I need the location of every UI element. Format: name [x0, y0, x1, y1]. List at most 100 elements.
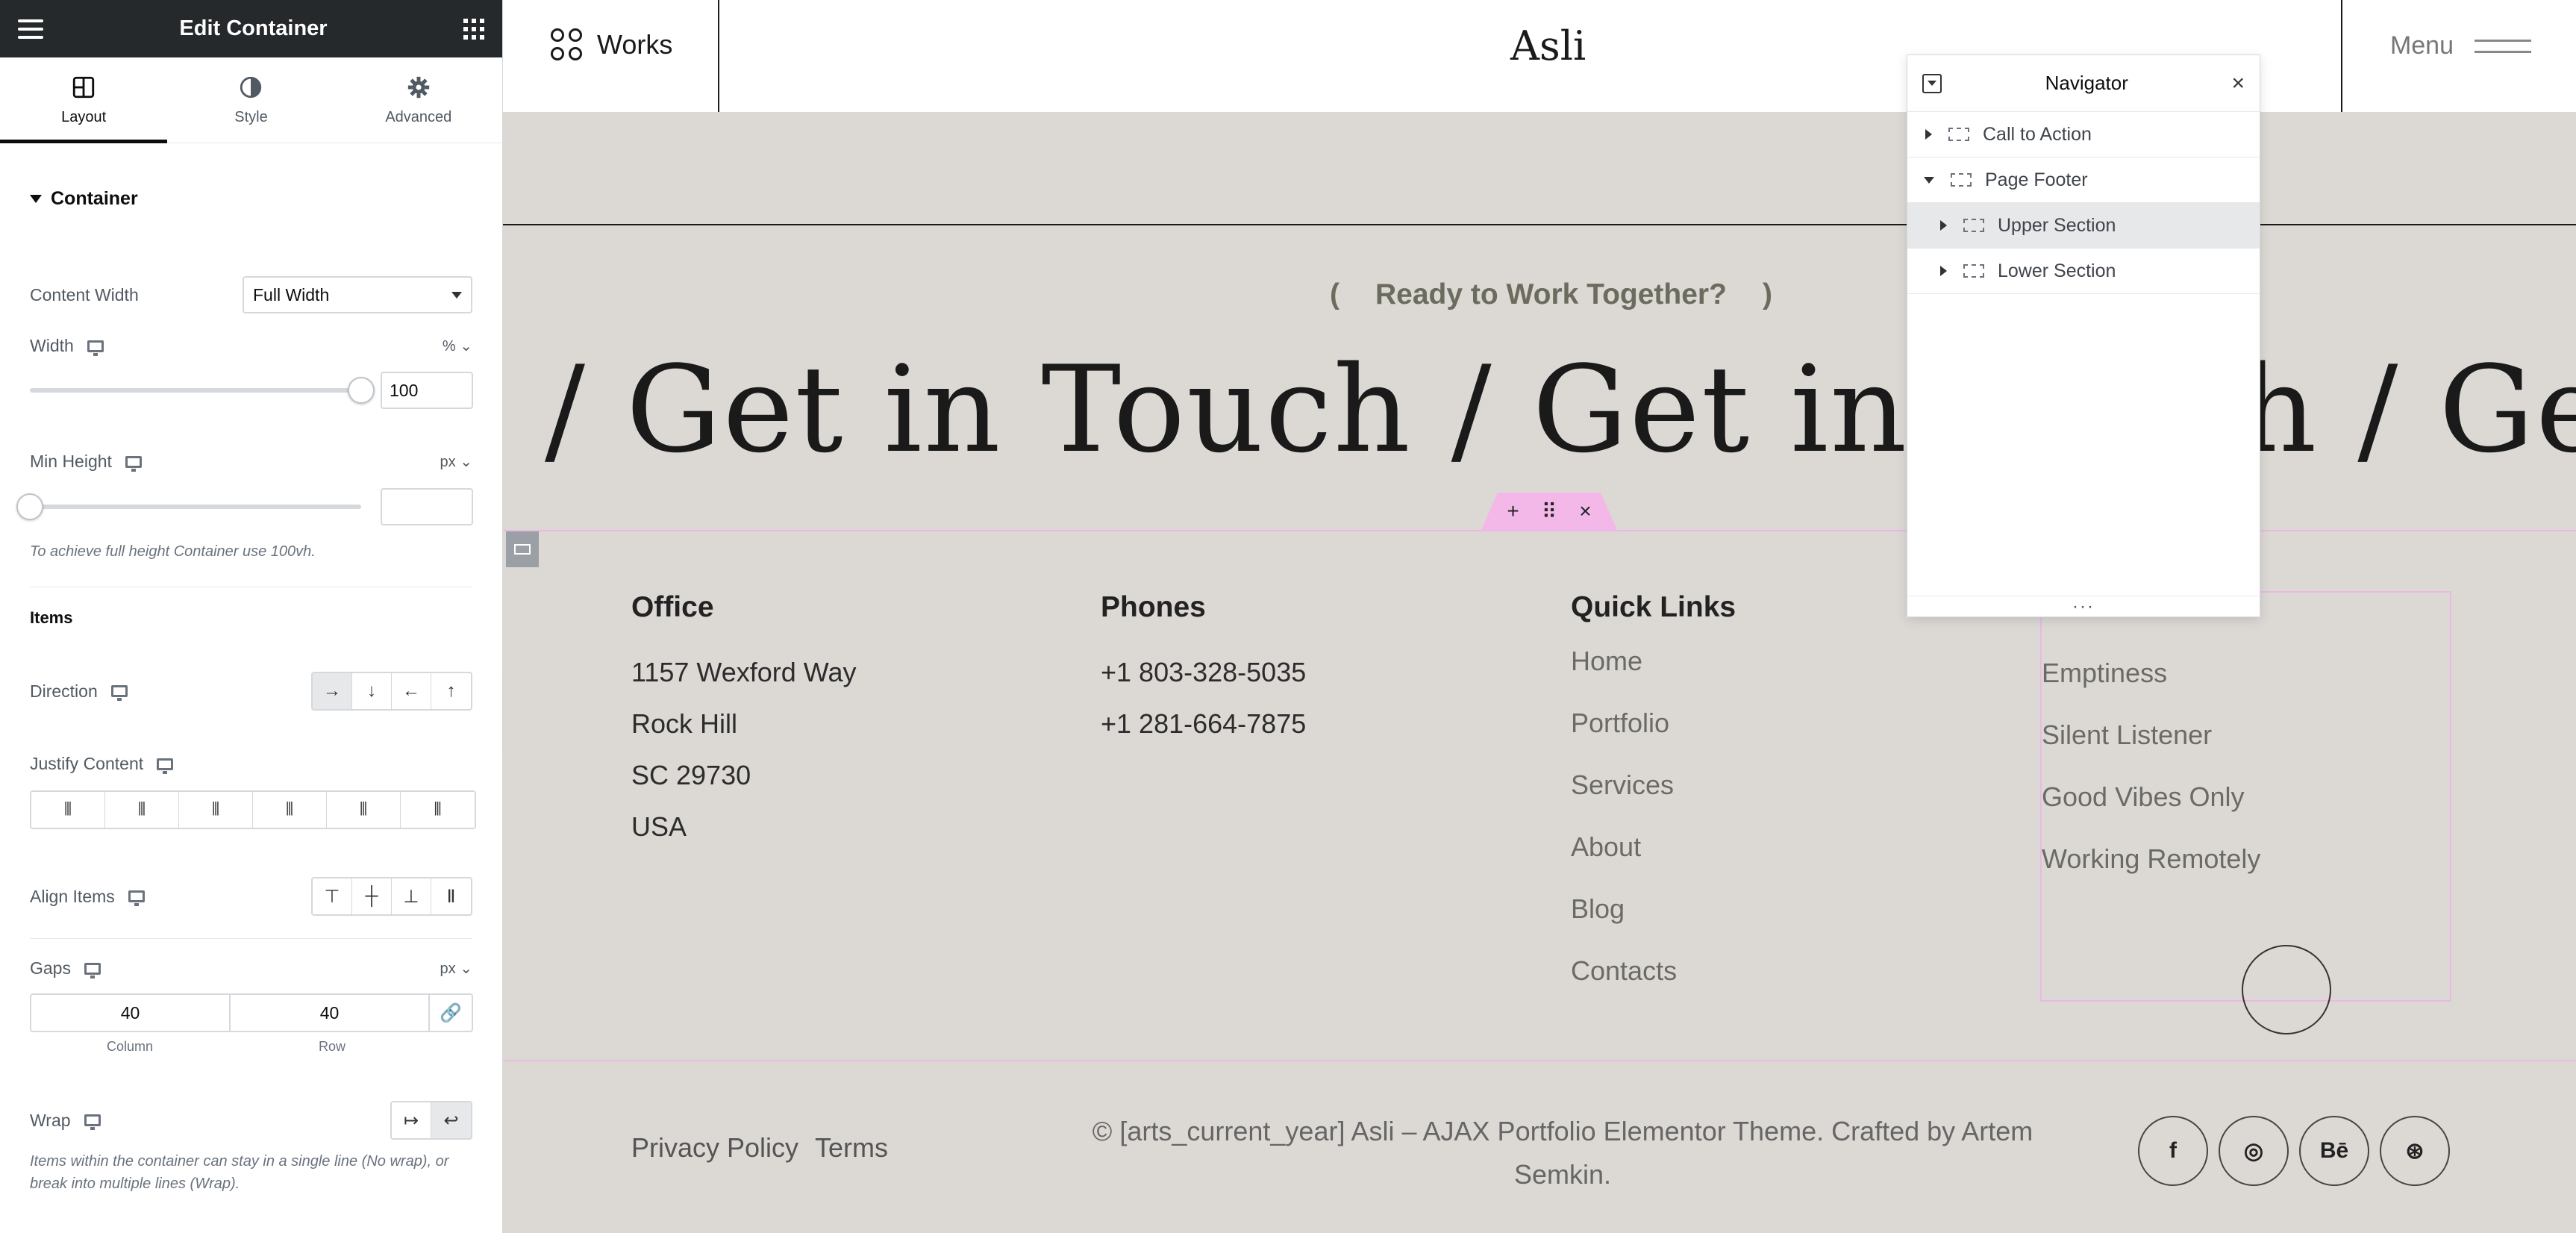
quick-link-services[interactable]: Services: [1571, 754, 1736, 816]
direction-column-reverse-button[interactable]: ↑: [431, 673, 471, 709]
align-stretch-icon[interactable]: Ⅱ: [431, 878, 471, 914]
office-title: Office: [631, 591, 714, 623]
tab-style[interactable]: Style: [167, 57, 334, 143]
post-link[interactable]: Working Remotely: [2042, 828, 2450, 890]
min-height-slider-track[interactable]: [30, 505, 361, 509]
privacy-policy-link[interactable]: Privacy Policy: [631, 1132, 798, 1164]
justify-center-icon[interactable]: ⫴: [105, 792, 179, 828]
direction-column-button[interactable]: ↓: [352, 673, 392, 709]
justify-space-evenly-icon[interactable]: ⫴: [401, 792, 475, 828]
works-label: Works: [597, 29, 673, 60]
width-unit-select[interactable]: % ⌄: [443, 337, 472, 355]
post-link[interactable]: Emptiness: [2042, 642, 2450, 704]
close-icon[interactable]: ×: [2231, 71, 2245, 96]
navigator-header[interactable]: Navigator ×: [1907, 55, 2260, 112]
works-link[interactable]: Works: [551, 28, 672, 61]
direction-label: Direction: [30, 681, 98, 701]
gaps-inputs: 40 40 🔗: [30, 993, 473, 1032]
desktop-icon[interactable]: [84, 962, 101, 978]
desktop-icon[interactable]: [125, 455, 142, 472]
min-height-unit: px: [440, 454, 456, 470]
quick-link-blog[interactable]: Blog: [1571, 878, 1736, 940]
desktop-icon[interactable]: [84, 1114, 101, 1130]
phone-link[interactable]: +1 803-328-5035: [1101, 646, 1306, 698]
gap-column-input[interactable]: 40: [31, 995, 231, 1031]
editor-title: Edit Container: [179, 16, 328, 40]
post-link[interactable]: Good Vibes Only: [2042, 766, 2450, 828]
add-section-button[interactable]: +: [1507, 499, 1519, 523]
menu-link[interactable]: Menu: [2390, 31, 2531, 60]
phones-column: Phones +1 803-328-5035 +1 281-664-7875: [1101, 591, 1306, 749]
width-control: Width % ⌄: [30, 336, 472, 356]
office-line: 1157 Wexford Way: [631, 657, 857, 687]
cta-text: Ready to Work Together?: [1375, 278, 1727, 310]
align-items-control: Align Items ⊤ ┼ ⊥ Ⅱ: [30, 877, 472, 916]
delete-section-button[interactable]: ×: [1579, 499, 1591, 523]
align-end-icon[interactable]: ⊥: [392, 878, 431, 914]
justify-space-between-icon[interactable]: ⫴: [253, 792, 327, 828]
navigator-item-call-to-action[interactable]: Call to Action: [1907, 112, 2260, 157]
justify-end-icon[interactable]: ⫴: [179, 792, 253, 828]
align-start-icon[interactable]: ⊤: [313, 878, 352, 914]
width-slider-thumb[interactable]: [348, 377, 375, 404]
widgets-grid-icon[interactable]: [463, 18, 484, 40]
posts-column[interactable]: Emptiness Silent Listener Good Vibes Onl…: [2040, 591, 2451, 1002]
min-height-input[interactable]: [381, 488, 473, 525]
post-link[interactable]: Silent Listener: [2042, 704, 2450, 766]
tab-layout[interactable]: Layout: [0, 57, 168, 143]
hamburger-menu-icon[interactable]: [18, 19, 43, 39]
phone-link[interactable]: +1 281-664-7875: [1101, 698, 1306, 749]
move-handle-icon[interactable]: ⠿: [1542, 499, 1557, 524]
quick-link-home[interactable]: Home: [1571, 630, 1736, 692]
min-height-slider-thumb[interactable]: [16, 493, 43, 520]
link-icon[interactable]: 🔗: [430, 995, 472, 1031]
desktop-icon[interactable]: [157, 758, 174, 774]
facebook-icon[interactable]: f: [2138, 1116, 2208, 1186]
caret-right-icon[interactable]: [1940, 220, 1947, 231]
collapse-all-icon[interactable]: [1922, 73, 1942, 93]
navigator-item-page-footer[interactable]: Page Footer: [1907, 157, 2260, 203]
caret-right-icon[interactable]: [1940, 266, 1947, 276]
phones-title: Phones: [1101, 591, 1206, 623]
align-center-icon[interactable]: ┼: [352, 878, 392, 914]
instagram-icon[interactable]: ◎: [2219, 1116, 2289, 1186]
quick-link-contacts[interactable]: Contacts: [1571, 940, 1736, 1002]
width-input[interactable]: 100: [381, 372, 473, 409]
navigator-item-upper-section[interactable]: Upper Section: [1907, 203, 2260, 249]
quick-link-about[interactable]: About: [1571, 816, 1736, 878]
direction-row-button[interactable]: →: [313, 673, 352, 709]
wrap-icon[interactable]: ↩: [431, 1102, 471, 1138]
no-wrap-icon[interactable]: ↦: [392, 1102, 431, 1138]
site-header: Works Asli Menu: [503, 0, 2576, 112]
desktop-icon[interactable]: [110, 685, 128, 701]
behance-icon[interactable]: Bē: [2299, 1116, 2369, 1186]
gaps-unit-select[interactable]: px ⌄: [440, 959, 472, 978]
caret-down-icon[interactable]: [1924, 176, 1934, 184]
chevron-down-icon: [451, 291, 462, 299]
layout-icon: [72, 76, 95, 98]
wrap-control: Wrap ↦ ↩: [30, 1101, 472, 1140]
justify-start-icon[interactable]: ⫴: [31, 792, 105, 828]
width-slider-track[interactable]: [30, 388, 361, 393]
container-marker-icon[interactable]: [506, 531, 539, 567]
dribbble-icon[interactable]: ⊛: [2380, 1116, 2450, 1186]
container-section-toggle[interactable]: Container: [30, 188, 472, 210]
caret-right-icon[interactable]: [1925, 129, 1932, 140]
navigator-resize-handle[interactable]: ···: [1907, 596, 2260, 616]
quick-link-portfolio[interactable]: Portfolio: [1571, 692, 1736, 754]
navigator-item-lower-section[interactable]: Lower Section: [1907, 249, 2260, 294]
justify-space-around-icon[interactable]: ⫴: [327, 792, 401, 828]
min-height-unit-select[interactable]: px ⌄: [440, 452, 472, 471]
site-logo[interactable]: Asli: [1510, 22, 1586, 69]
get-in-touch-marquee[interactable]: / Get in Touch / Get in Touch / Get in T…: [545, 340, 2576, 479]
menu-label: Menu: [2389, 31, 2454, 60]
caret-down-icon: [30, 195, 42, 203]
direction-row-reverse-button[interactable]: ←: [392, 673, 431, 709]
gap-row-input[interactable]: 40: [231, 995, 430, 1031]
upper-section[interactable]: Office 1157 Wexford Way Rock Hill SC 297…: [503, 530, 2576, 1061]
tab-advanced[interactable]: Advanced: [335, 57, 502, 143]
content-width-select[interactable]: Full Width: [243, 276, 472, 313]
desktop-icon[interactable]: [87, 340, 104, 356]
terms-link[interactable]: Terms: [815, 1132, 888, 1164]
desktop-icon[interactable]: [128, 890, 145, 906]
